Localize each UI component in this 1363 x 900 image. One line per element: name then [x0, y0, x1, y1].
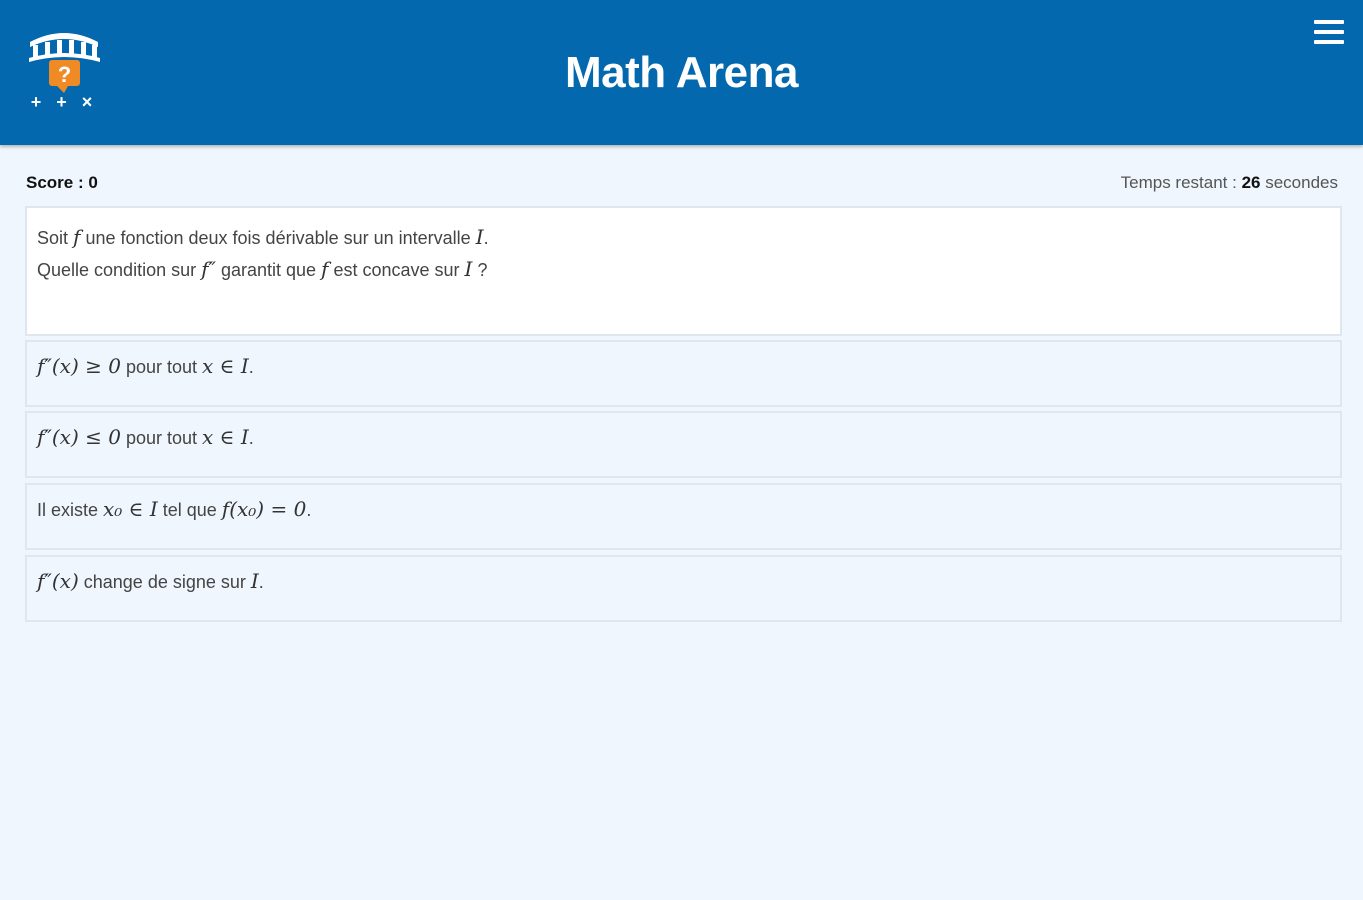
question-text: .: [483, 228, 489, 248]
time-suffix: secondes: [1260, 173, 1338, 192]
answer-text: .: [306, 500, 312, 520]
question-text: Soit: [37, 228, 74, 248]
question-line-2: Quelle condition sur f″ garantit que f e…: [37, 254, 1330, 286]
time-value: 26: [1241, 173, 1261, 192]
answer-math: f″(x): [37, 569, 79, 593]
answer-text: .: [258, 572, 264, 592]
answer-option-2[interactable]: f″(x) ≤ 0 pour tout x ∈ I.: [25, 411, 1342, 478]
hamburger-menu-icon[interactable]: [1314, 20, 1346, 48]
answer-math: f(x₀) = 0: [221, 497, 307, 521]
app-header: ? + + × Math Arena: [0, 0, 1363, 145]
answer-text: change de signe sur: [78, 572, 251, 592]
menu-bar: [1314, 20, 1344, 24]
answer-math: f″(x) ≤ 0: [37, 425, 121, 449]
answer-text: .: [248, 357, 254, 377]
score-label: Score : 0: [26, 173, 98, 192]
question-box: Soit f une fonction deux fois dérivable …: [25, 206, 1342, 336]
time-remaining: Temps restant : 26 secondes: [1121, 173, 1338, 193]
app-title: Math Arena: [565, 48, 798, 97]
answer-text: .: [248, 428, 254, 448]
answer-text: pour tout: [120, 357, 203, 377]
answer-option-3[interactable]: Il existe x₀ ∈ I tel que f(x₀) = 0.: [25, 483, 1342, 550]
question-line-1: Soit f une fonction deux fois dérivable …: [37, 222, 1330, 254]
menu-bar: [1314, 30, 1344, 34]
question-text: Quelle condition sur: [37, 260, 202, 280]
answer-option-1[interactable]: f″(x) ≥ 0 pour tout x ∈ I.: [25, 340, 1342, 407]
menu-bar: [1314, 40, 1344, 44]
answer-math: x₀ ∈ I: [103, 497, 158, 521]
question-text: est concave sur: [328, 260, 465, 280]
answer-math: x ∈ I: [202, 354, 249, 378]
answer-text: tel que: [157, 500, 222, 520]
question-text: garantit que: [215, 260, 322, 280]
answer-math: f″(x) ≥ 0: [37, 354, 121, 378]
answer-text: pour tout: [120, 428, 203, 448]
time-prefix: Temps restant :: [1120, 173, 1242, 192]
status-bar: Score : 0 Temps restant : 26 secondes: [26, 173, 1338, 195]
question-text: ?: [472, 260, 488, 280]
answer-option-4[interactable]: f″(x) change de signe sur I.: [25, 555, 1342, 622]
answer-text: Il existe: [37, 500, 104, 520]
math-interval: I: [475, 225, 484, 249]
answer-math: I: [250, 569, 259, 593]
answer-math: x ∈ I: [202, 425, 249, 449]
question-text: une fonction deux fois dérivable sur un …: [80, 228, 476, 248]
math-f-second: f″: [201, 257, 216, 281]
